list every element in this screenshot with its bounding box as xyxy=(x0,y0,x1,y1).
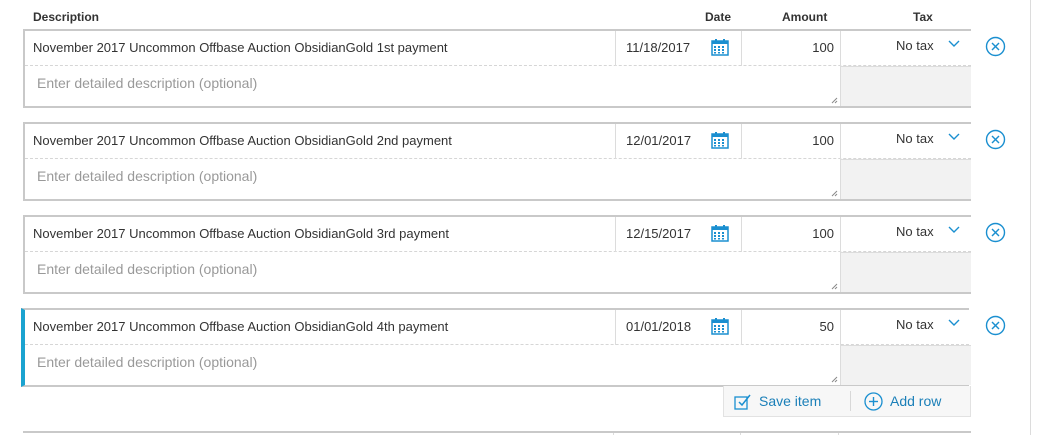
amount-value: 100 xyxy=(812,133,834,148)
detail-placeholder: Enter detailed description (optional) xyxy=(37,168,258,184)
remove-row-icon[interactable] xyxy=(985,222,1006,243)
amount-value: 50 xyxy=(819,319,834,334)
resize-grip-icon[interactable] xyxy=(831,376,838,383)
date-field[interactable]: 11/18/2017 xyxy=(615,31,742,66)
header-amount: Amount xyxy=(782,10,828,24)
detail-placeholder: Enter detailed description (optional) xyxy=(37,354,258,370)
line-item-row: November 2017 Uncommon Offbase Auction O… xyxy=(23,122,971,201)
save-item-label: Save item xyxy=(759,393,822,409)
header-date: Date xyxy=(705,10,732,24)
tax-value: No tax xyxy=(896,224,934,239)
tax-detail-area xyxy=(840,66,971,106)
tax-select[interactable]: No tax xyxy=(840,310,971,345)
amount-input[interactable]: 100 xyxy=(742,217,840,252)
date-value: 01/01/2018 xyxy=(626,319,692,334)
description-input[interactable]: November 2017 Uncommon Offbase Auction O… xyxy=(33,319,448,334)
save-item-button[interactable]: Save item xyxy=(734,386,821,416)
tax-detail-area xyxy=(840,159,971,199)
add-row-label: Add row xyxy=(890,393,942,409)
line-item-row: November 2017 Uncommon Offbase Auction O… xyxy=(23,29,971,108)
detail-placeholder: Enter detailed description (optional) xyxy=(37,75,258,91)
date-field[interactable]: 12/15/2017 xyxy=(615,217,742,252)
save-item-icon xyxy=(734,394,751,410)
tax-select[interactable]: No tax xyxy=(840,217,971,252)
tax-detail-area xyxy=(840,252,971,292)
line-item-row-active: November 2017 Uncommon Offbase Auction O… xyxy=(21,308,971,387)
amount-value: 100 xyxy=(812,226,834,241)
resize-grip-icon[interactable] xyxy=(831,190,838,197)
amount-input[interactable]: 50 xyxy=(742,310,840,345)
detail-description-input[interactable]: Enter detailed description (optional) xyxy=(25,252,840,292)
calendar-icon[interactable] xyxy=(711,132,729,149)
tax-value: No tax xyxy=(896,38,934,53)
next-row-edge xyxy=(23,431,971,435)
add-row-button[interactable]: Add row xyxy=(864,386,941,416)
date-value: 11/18/2017 xyxy=(626,40,691,55)
date-field[interactable]: 12/01/2017 xyxy=(615,124,742,159)
chevron-down-icon xyxy=(948,133,960,140)
date-field[interactable]: 01/01/2018 xyxy=(615,310,742,345)
actions-divider xyxy=(850,391,851,411)
chevron-down-icon xyxy=(948,319,960,326)
description-input[interactable]: November 2017 Uncommon Offbase Auction O… xyxy=(33,133,452,148)
amount-input[interactable]: 100 xyxy=(742,124,840,159)
tax-detail-area xyxy=(840,345,971,385)
description-input[interactable]: November 2017 Uncommon Offbase Auction O… xyxy=(33,226,449,241)
chevron-down-icon xyxy=(948,40,960,47)
header-description: Description xyxy=(33,10,100,24)
resize-grip-icon[interactable] xyxy=(831,283,838,290)
remove-row-icon[interactable] xyxy=(985,129,1006,150)
remove-row-icon[interactable] xyxy=(985,36,1006,57)
row-actions-bar: Save item Add row xyxy=(723,386,971,417)
detail-description-input[interactable]: Enter detailed description (optional) xyxy=(25,345,840,385)
chevron-down-icon xyxy=(948,226,960,233)
header-tax: Tax xyxy=(913,10,933,24)
detail-placeholder: Enter detailed description (optional) xyxy=(37,261,258,277)
table-header: Description Date Amount Tax xyxy=(0,10,1000,26)
detail-description-input[interactable]: Enter detailed description (optional) xyxy=(25,159,840,199)
description-input[interactable]: November 2017 Uncommon Offbase Auction O… xyxy=(33,40,448,55)
remove-row-icon[interactable] xyxy=(985,315,1006,336)
calendar-icon[interactable] xyxy=(711,39,729,56)
tax-value: No tax xyxy=(896,131,934,146)
date-value: 12/01/2017 xyxy=(626,133,692,148)
amount-value: 100 xyxy=(812,40,834,55)
panel-right-border xyxy=(1030,0,1031,435)
tax-select[interactable]: No tax xyxy=(840,124,971,159)
date-value: 12/15/2017 xyxy=(626,226,692,241)
calendar-icon[interactable] xyxy=(711,318,729,335)
resize-grip-icon[interactable] xyxy=(831,97,838,104)
detail-description-input[interactable]: Enter detailed description (optional) xyxy=(25,66,840,106)
add-row-icon xyxy=(864,391,883,411)
tax-select[interactable]: No tax xyxy=(840,31,971,66)
tax-value: No tax xyxy=(896,317,934,332)
amount-input[interactable]: 100 xyxy=(742,31,840,66)
calendar-icon[interactable] xyxy=(711,225,729,242)
line-item-row: November 2017 Uncommon Offbase Auction O… xyxy=(23,215,971,294)
